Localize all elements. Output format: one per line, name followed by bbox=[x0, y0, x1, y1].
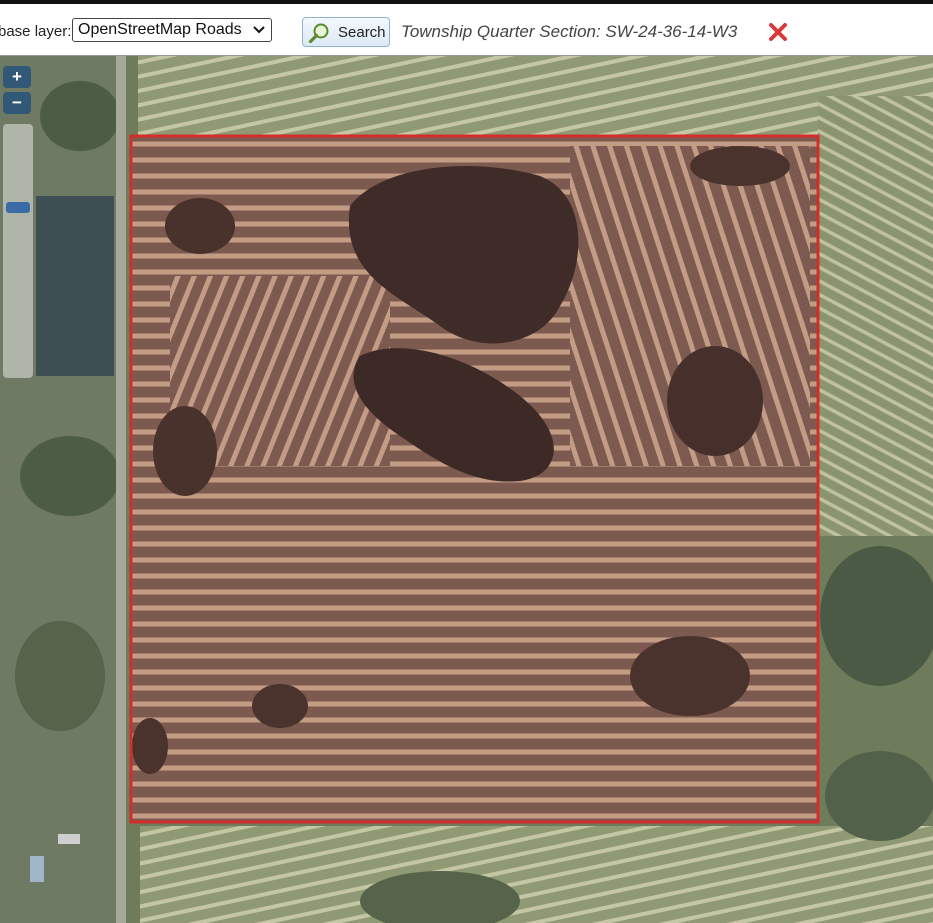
search-button-label: Search bbox=[338, 24, 386, 41]
tree-cluster bbox=[15, 621, 105, 731]
wetland-patch bbox=[667, 346, 763, 456]
pond bbox=[36, 196, 114, 376]
wetland-patch bbox=[165, 198, 235, 254]
hayfield-right bbox=[818, 96, 933, 536]
base-layer-select[interactable]: OpenStreetMap Roads bbox=[72, 18, 272, 42]
gravel-road bbox=[116, 56, 126, 923]
wetland-patch bbox=[690, 146, 790, 186]
tree-cluster bbox=[20, 436, 120, 516]
satellite-imagery bbox=[0, 56, 933, 923]
map-toolbar: base layer: OpenStreetMap Roads Search T… bbox=[0, 4, 933, 56]
farm-building bbox=[30, 856, 44, 882]
zoom-slider-track[interactable] bbox=[3, 124, 33, 378]
chevron-down-icon bbox=[253, 26, 265, 34]
search-result-text: Township Quarter Section: SW-24-36-14-W3 bbox=[401, 22, 738, 41]
wetland-patch bbox=[630, 636, 750, 716]
close-icon[interactable] bbox=[768, 22, 788, 42]
base-layer-label: base layer: bbox=[0, 23, 72, 40]
wetland-patch bbox=[153, 406, 217, 496]
search-button[interactable]: Search bbox=[302, 17, 390, 47]
zoom-slider-handle[interactable] bbox=[6, 202, 30, 213]
zoom-in-button[interactable]: + bbox=[3, 66, 31, 88]
hayfield-bottom bbox=[140, 826, 933, 923]
wetland-patch bbox=[252, 684, 308, 728]
wetland-patch bbox=[132, 718, 168, 774]
zoom-out-button[interactable]: − bbox=[3, 92, 31, 114]
map-viewport[interactable]: + − bbox=[0, 56, 933, 923]
tree-cluster bbox=[825, 751, 933, 841]
search-icon bbox=[308, 23, 329, 44]
tree-cluster bbox=[40, 81, 120, 151]
farm-building bbox=[58, 834, 80, 844]
base-layer-selected-value: OpenStreetMap Roads bbox=[78, 21, 242, 38]
